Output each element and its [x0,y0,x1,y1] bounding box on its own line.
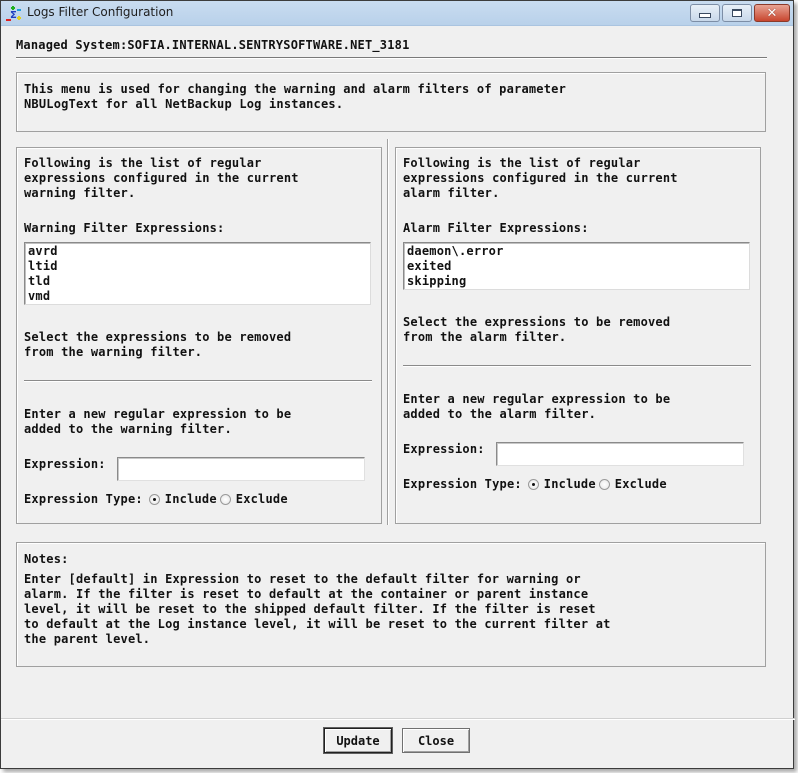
minimize-icon [699,12,711,18]
alarm-exclude-label[interactable]: Exclude [615,477,667,492]
warning-expression-input[interactable] [117,457,365,481]
notes-title: Notes: [24,552,69,566]
title-bar[interactable]: Σ Logs Filter Configuration ✕ [1,1,793,26]
list-item[interactable]: exited [407,259,749,274]
warning-include-label[interactable]: Include [165,492,217,507]
alarm-remove-hint: Select the expressions to be removed fro… [403,315,671,344]
alarm-expression-type: Expression Type: Include Exclude [403,477,667,492]
intro-box: This menu is used for changing the warni… [16,72,766,132]
footer-divider [1,718,795,720]
warning-add-hint: Enter a new regular expression to be add… [24,407,292,436]
close-icon: ✕ [766,5,778,21]
intro-text: This menu is used for changing the warni… [24,82,566,111]
sigma-app-icon: Σ [6,6,21,21]
warning-expressions-list[interactable]: avrd ltid tld vmd [24,242,371,305]
svg-text:Σ: Σ [10,10,17,21]
close-window-button[interactable]: ✕ [754,4,790,22]
alarm-description: Following is the list of regular express… [403,156,678,200]
list-item[interactable]: ltid [28,259,370,274]
alarm-expression-label: Expression: [403,442,485,456]
warning-remove-hint: Select the expressions to be removed fro… [24,330,292,359]
list-item[interactable]: tld [28,274,370,289]
maximize-button[interactable] [722,4,752,22]
warning-type-label: Expression Type: [24,492,143,506]
alarm-type-label: Expression Type: [403,477,522,491]
warning-exclude-radio[interactable] [219,494,231,505]
maximize-icon [732,9,742,17]
warning-exclude-label[interactable]: Exclude [236,492,288,507]
alarm-include-label[interactable]: Include [544,477,596,492]
warning-section-divider [24,380,372,382]
alarm-include-radio[interactable] [527,479,539,490]
close-button[interactable]: Close [402,728,470,753]
alarm-section-divider [403,365,751,367]
list-item[interactable]: skipping [407,274,749,289]
alarm-expressions-list[interactable]: daemon\.error exited skipping [403,242,750,290]
alarm-list-label: Alarm Filter Expressions: [403,221,589,235]
managed-system-label: Managed System:SOFIA.INTERNAL.SENTRYSOFT… [16,38,410,52]
warning-description: Following is the list of regular express… [24,156,299,200]
panel-divider [387,139,389,525]
minimize-button[interactable] [690,4,720,22]
warning-expression-label: Expression: [24,457,106,471]
alarm-add-hint: Enter a new regular expression to be add… [403,392,671,421]
window-title: Logs Filter Configuration [27,5,174,19]
list-item[interactable]: vmd [28,289,370,304]
warning-expression-type: Expression Type: Include Exclude [24,492,288,507]
update-button[interactable]: Update [323,727,393,754]
list-item[interactable]: avrd [28,244,370,259]
logs-filter-window: Σ Logs Filter Configuration ✕ Managed Sy… [0,0,795,769]
alarm-expression-input[interactable] [496,442,744,466]
warning-filter-panel: Following is the list of regular express… [16,147,382,524]
warning-list-label: Warning Filter Expressions: [24,221,225,235]
header-divider [16,57,767,59]
alarm-exclude-radio[interactable] [598,479,610,490]
warning-include-radio[interactable] [148,494,160,505]
notes-box: Notes: Enter [default] in Expression to … [16,542,766,667]
notes-text: Enter [default] in Expression to reset t… [24,572,611,646]
alarm-filter-panel: Following is the list of regular express… [395,147,761,524]
list-item[interactable]: daemon\.error [407,244,749,259]
